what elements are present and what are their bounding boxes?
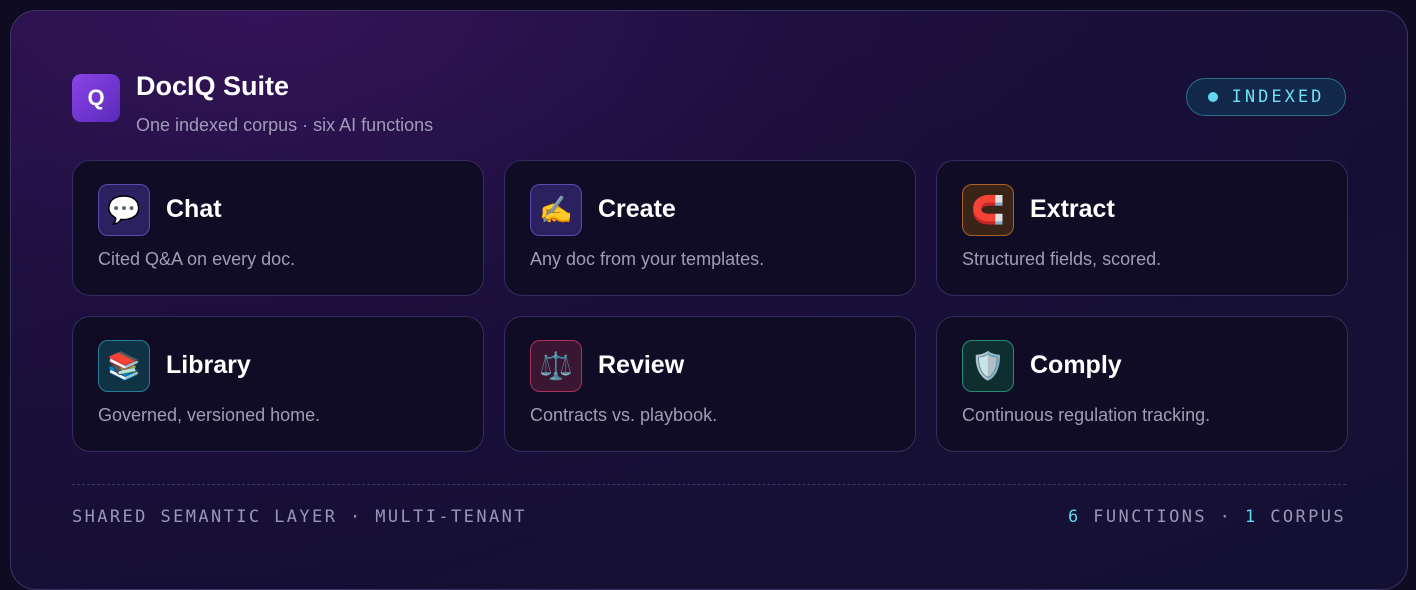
card-description: Any doc from your templates.: [530, 249, 765, 269]
shield-icon: 🛡️: [962, 340, 1014, 392]
card-create[interactable]: ✍️ Create Any doc from your templates.: [504, 160, 916, 296]
card-title: Extract: [1030, 195, 1115, 223]
stats-separator: ·: [1219, 507, 1233, 527]
card-extract[interactable]: 🧲 Extract Structured fields, scored.: [936, 160, 1348, 296]
card-title: Chat: [166, 195, 222, 223]
card-title: Library: [166, 351, 251, 379]
corpus-count: 1: [1244, 507, 1258, 527]
card-title: Create: [598, 195, 676, 223]
status-dot-icon: [1207, 92, 1218, 102]
indexed-status-badge: INDEXED: [1186, 78, 1346, 116]
card-title: Comply: [1030, 351, 1122, 379]
speech-bubble-icon: 💬: [98, 184, 150, 236]
footer-divider: [72, 484, 1346, 485]
app-title: DocIQ Suite: [136, 71, 290, 101]
card-description: Contracts vs. playbook.: [530, 405, 718, 425]
card-description: Continuous regulation tracking.: [962, 405, 1211, 425]
functions-count: 6: [1067, 507, 1081, 527]
card-description: Structured fields, scored.: [962, 249, 1162, 269]
balance-scale-icon: ⚖️: [530, 340, 582, 392]
footer-tagline: SHARED SEMANTIC LAYER · MULTI-TENANT: [72, 507, 527, 527]
footer-stats: 6 FUNCTIONS · 1 CORPUS: [1068, 507, 1346, 527]
suite-panel: Q DocIQ Suite One indexed corpus · six A…: [10, 10, 1408, 590]
status-badge-label: INDEXED: [1231, 87, 1325, 107]
card-description: Cited Q&A on every doc.: [98, 249, 296, 269]
magnet-icon: 🧲: [962, 184, 1014, 236]
app-logo: Q: [72, 74, 120, 122]
card-library[interactable]: 📚 Library Governed, versioned home.: [72, 316, 484, 452]
card-chat[interactable]: 💬 Chat Cited Q&A on every doc.: [72, 160, 484, 296]
functions-label: FUNCTIONS: [1093, 507, 1207, 527]
card-title: Review: [598, 351, 685, 379]
card-comply[interactable]: 🛡️ Comply Continuous regulation tracking…: [936, 316, 1348, 452]
writing-hand-icon: ✍️: [530, 184, 582, 236]
books-icon: 📚: [98, 340, 150, 392]
header: Q DocIQ Suite One indexed corpus · six A…: [72, 71, 1346, 135]
card-description: Governed, versioned home.: [98, 405, 321, 425]
corpus-label: CORPUS: [1270, 507, 1346, 527]
app-subtitle: One indexed corpus · six AI functions: [136, 115, 434, 135]
card-review[interactable]: ⚖️ Review Contracts vs. playbook.: [504, 316, 916, 452]
